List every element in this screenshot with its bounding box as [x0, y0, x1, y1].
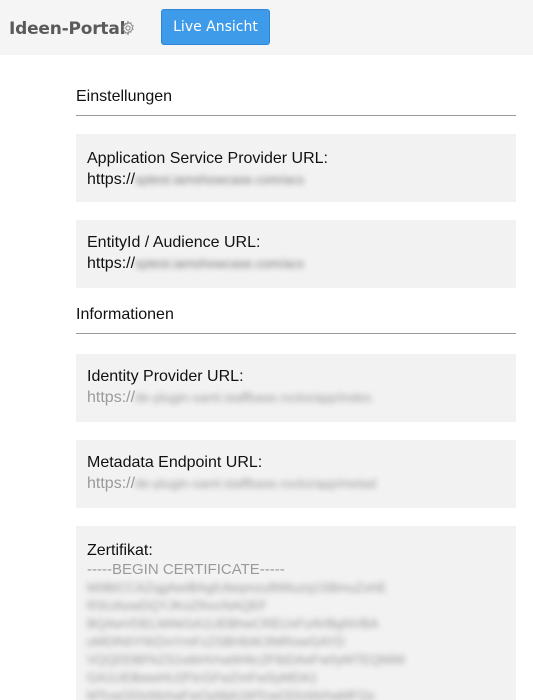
certificate-line: RSUAowDQYJKoZIhvcNAQEF: [87, 598, 267, 613]
live-view-button[interactable]: Live Ansicht: [161, 9, 270, 45]
certificate-line: MTcwODIzMzhaFwOyMjA1MTcwODIzMzhaMFQx: [87, 688, 376, 700]
metadata-url-prefix: https://: [87, 475, 136, 492]
asp-url-prefix: https://: [87, 171, 136, 188]
top-bar: Ideen-Portal Live Ansicht: [0, 0, 533, 55]
app-title: Ideen-Portal: [9, 19, 126, 39]
metadata-url-label: Metadata Endpoint URL:: [87, 454, 263, 471]
metadata-url-redacted: de-plugin-saml.staffbase.rocks/app/metad: [135, 476, 377, 491]
entity-url-redacted: sptest.iamshowcase.com/acs: [135, 256, 305, 271]
asp-url-value[interactable]: https://sptest.iamshowcase.com/acs: [87, 169, 505, 190]
asp-url-label: Application Service Provider URL:: [87, 150, 328, 167]
entity-url-value[interactable]: https://sptest.iamshowcase.com/acs: [87, 253, 505, 274]
settings-heading: Einstellungen: [76, 88, 173, 105]
certificate-begin: -----BEGIN CERTIFICATE-----: [87, 561, 285, 578]
certificate-line: MIIBtCCAZqgAwIBAgIUbepnzu8Wtuzq1SBmuZohE: [87, 580, 387, 595]
settings-divider: [76, 115, 516, 116]
idp-url-redacted: de-plugin-saml.staffbase.rocks/app/index…: [135, 390, 375, 405]
entity-url-label: EntityId / Audience URL:: [87, 234, 261, 251]
info-divider: [76, 333, 516, 334]
entity-url-prefix: https://: [87, 255, 136, 272]
certificate-line: oMDlN0YWZmYmFzZSBHbWJIMRowGAYD: [87, 634, 345, 649]
gear-icon[interactable]: [120, 20, 136, 36]
idp-url-prefix: https://: [87, 389, 136, 406]
info-heading: Informationen: [76, 306, 174, 323]
metadata-url-card: Metadata Endpoint URL: https://de-plugin…: [76, 440, 516, 508]
idp-url-value[interactable]: https://de-plugin-saml.staffbase.rocks/a…: [87, 387, 505, 408]
asp-url-redacted: sptest.iamshowcase.com/acs: [135, 172, 305, 187]
certificate-line: VQQDDBFkZS1wbHVnaW4tc2FtbDAeFw0yMTEQMiM: [87, 652, 405, 667]
entity-url-card: EntityId / Audience URL: https://sptest.…: [76, 220, 516, 288]
metadata-url-value[interactable]: https://de-plugin-saml.staffbase.rocks/a…: [87, 473, 505, 494]
asp-url-card: Application Service Provider URL: https:…: [76, 134, 516, 202]
certificate-label: Zertifikat:: [87, 542, 153, 559]
certificate-line: BQAwVDELMAkGA1UEBhwCREUxFzAVBgNVBA: [87, 616, 379, 631]
certificate-body[interactable]: MIIBtCCAZqgAwIBAgIUbepnzu8Wtuzq1SBmuZohE…: [87, 579, 505, 700]
idp-url-card: Identity Provider URL: https://de-plugin…: [76, 354, 516, 422]
certificate-card: Zertifikat: -----BEGIN CERTIFICATE----- …: [76, 526, 516, 700]
certificate-line: GA1UEBwwHU2FtcGFwZmFwSyMDA1: [87, 670, 318, 685]
idp-url-label: Identity Provider URL:: [87, 368, 244, 385]
